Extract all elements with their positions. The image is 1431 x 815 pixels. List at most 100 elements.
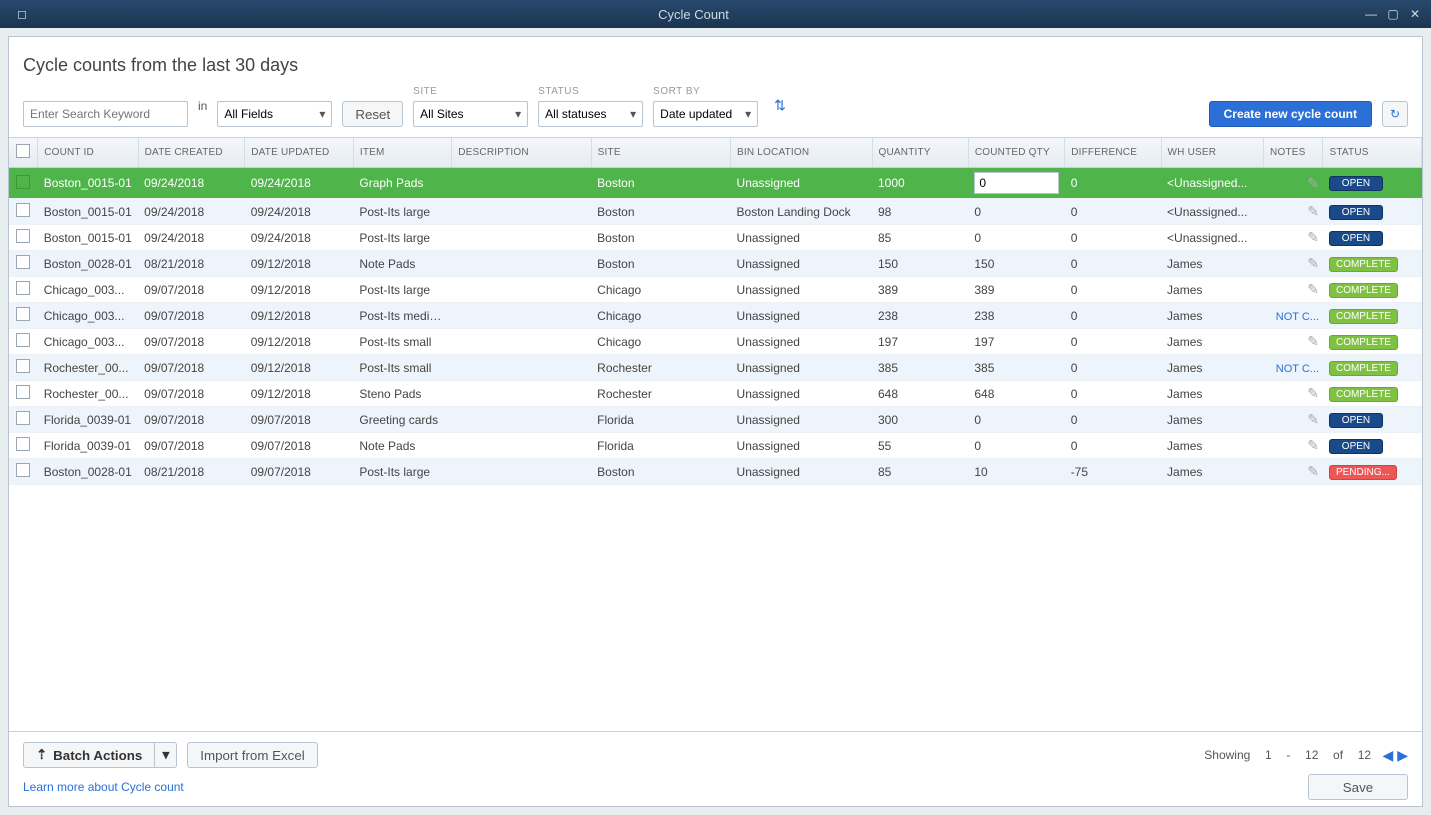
row-checkbox[interactable] <box>16 281 30 295</box>
table-row[interactable]: Florida_0039-0109/07/201809/07/2018Note … <box>9 433 1422 459</box>
col-date-created[interactable]: DATE CREATED <box>138 138 245 168</box>
select-all-checkbox[interactable] <box>16 144 30 158</box>
cell-bin-location: Unassigned <box>731 329 872 355</box>
maximize-icon[interactable]: ▢ <box>1385 6 1401 22</box>
row-checkbox[interactable] <box>16 229 30 243</box>
edit-notes-icon[interactable]: ✎ <box>1307 255 1319 271</box>
table-row[interactable]: Boston_0028-0108/21/201809/12/2018Note P… <box>9 251 1422 277</box>
table-row[interactable]: Rochester_00...09/07/201809/12/2018Post-… <box>9 355 1422 381</box>
edit-notes-icon[interactable]: ✎ <box>1307 333 1319 349</box>
edit-notes-icon[interactable]: ✎ <box>1307 229 1319 245</box>
cell-date-updated: 09/12/2018 <box>245 303 354 329</box>
table-row[interactable]: Chicago_003...09/07/201809/12/2018Post-I… <box>9 277 1422 303</box>
edit-notes-icon[interactable]: ✎ <box>1307 411 1319 427</box>
edit-notes-icon[interactable]: ✎ <box>1307 463 1319 479</box>
row-checkbox[interactable] <box>16 333 30 347</box>
row-checkbox[interactable] <box>16 437 30 451</box>
cell-site: Chicago <box>591 277 730 303</box>
col-description[interactable]: DESCRIPTION <box>452 138 591 168</box>
status-badge: OPEN <box>1329 231 1383 246</box>
batch-actions-dropdown[interactable]: ▾ <box>155 742 177 768</box>
col-bin-location[interactable]: BIN LOCATION <box>731 138 872 168</box>
site-select[interactable]: All Sites ▾ <box>413 101 528 127</box>
cell-date-created: 08/21/2018 <box>138 251 245 277</box>
cell-description <box>452 277 591 303</box>
batch-actions-button[interactable]: ⇡ Batch Actions <box>23 742 155 768</box>
row-checkbox[interactable] <box>16 255 30 269</box>
cell-date-updated: 09/12/2018 <box>245 329 354 355</box>
fields-select[interactable]: All Fields ▾ <box>217 101 332 127</box>
table-row[interactable]: Chicago_003...09/07/201809/12/2018Post-I… <box>9 329 1422 355</box>
search-input[interactable] <box>23 101 188 127</box>
learn-more-link[interactable]: Learn more about Cycle count <box>23 780 184 794</box>
cell-notes: ✎ <box>1264 251 1323 277</box>
cell-checkbox <box>9 199 38 225</box>
row-checkbox[interactable] <box>16 175 30 189</box>
cell-description <box>452 168 591 199</box>
refresh-button[interactable]: ↻ <box>1382 101 1408 127</box>
col-quantity[interactable]: QUANTITY <box>872 138 968 168</box>
table-row[interactable]: Boston_0015-0109/24/201809/24/2018Post-I… <box>9 199 1422 225</box>
cell-count-id: Boston_0028-01 <box>38 251 138 277</box>
cell-notes: ✎ <box>1264 407 1323 433</box>
status-select[interactable]: All statuses ▾ <box>538 101 643 127</box>
edit-notes-icon[interactable]: ✎ <box>1307 437 1319 453</box>
cell-quantity: 385 <box>872 355 968 381</box>
col-status[interactable]: STATUS <box>1323 138 1422 168</box>
edit-notes-icon[interactable]: ✎ <box>1307 203 1319 219</box>
batch-actions-button-group[interactable]: ⇡ Batch Actions ▾ <box>23 742 177 768</box>
edit-notes-icon[interactable]: ✎ <box>1307 385 1319 401</box>
reset-button[interactable]: Reset <box>342 101 403 127</box>
col-notes[interactable]: NOTES <box>1264 138 1323 168</box>
row-checkbox[interactable] <box>16 385 30 399</box>
row-checkbox[interactable] <box>16 463 30 477</box>
cell-site: Boston <box>591 225 730 251</box>
col-difference[interactable]: DIFFERENCE <box>1065 138 1161 168</box>
save-button[interactable]: Save <box>1308 774 1408 800</box>
table-row[interactable]: Boston_0028-0108/21/201809/07/2018Post-I… <box>9 459 1422 485</box>
cell-quantity: 98 <box>872 199 968 225</box>
table-row[interactable]: Chicago_003...09/07/201809/12/2018Post-I… <box>9 303 1422 329</box>
notes-link[interactable]: NOT C... <box>1276 311 1319 323</box>
prev-page-icon[interactable]: ◀ <box>1382 747 1393 764</box>
row-checkbox[interactable] <box>16 307 30 321</box>
next-page-icon[interactable]: ▶ <box>1397 747 1408 764</box>
col-count-id[interactable]: COUNT ID <box>38 138 138 168</box>
cell-date-updated: 09/24/2018 <box>245 199 354 225</box>
close-icon[interactable]: ✕ <box>1407 6 1423 22</box>
row-checkbox[interactable] <box>16 203 30 217</box>
cell-bin-location: Unassigned <box>731 407 872 433</box>
edit-notes-icon[interactable]: ✎ <box>1307 281 1319 297</box>
col-item[interactable]: ITEM <box>353 138 451 168</box>
cell-site: Boston <box>591 251 730 277</box>
table-row[interactable]: Boston_0015-0109/24/201809/24/2018Post-I… <box>9 225 1422 251</box>
table-row[interactable]: Boston_0015-0109/24/201809/24/2018Graph … <box>9 168 1422 199</box>
caret-down-icon: ▾ <box>745 107 751 121</box>
cell-quantity: 1000 <box>872 168 968 199</box>
minimize-icon[interactable]: — <box>1363 6 1379 22</box>
col-site[interactable]: SITE <box>591 138 730 168</box>
in-label: in <box>198 99 207 115</box>
create-cycle-count-button[interactable]: Create new cycle count <box>1209 101 1372 127</box>
upload-icon: ⇡ <box>36 747 47 763</box>
cell-quantity: 238 <box>872 303 968 329</box>
import-excel-button[interactable]: Import from Excel <box>187 742 317 768</box>
edit-notes-icon[interactable]: ✎ <box>1307 175 1319 191</box>
col-counted-qty[interactable]: COUNTED QTY <box>968 138 1064 168</box>
counted-qty-input[interactable] <box>974 172 1058 194</box>
sort-direction-icon[interactable]: ⇅ <box>768 97 786 116</box>
table-row[interactable]: Rochester_00...09/07/201809/12/2018Steno… <box>9 381 1422 407</box>
sort-select[interactable]: Date updated ▾ <box>653 101 758 127</box>
table-row[interactable]: Florida_0039-0109/07/201809/07/2018Greet… <box>9 407 1422 433</box>
cell-site: Boston <box>591 199 730 225</box>
row-checkbox[interactable] <box>16 411 30 425</box>
col-checkbox[interactable] <box>9 138 38 168</box>
cell-bin-location: Unassigned <box>731 225 872 251</box>
cell-difference: 0 <box>1065 251 1161 277</box>
row-checkbox[interactable] <box>16 359 30 373</box>
of-label: of <box>1333 748 1343 762</box>
col-wh-user[interactable]: WH USER <box>1161 138 1264 168</box>
notes-link[interactable]: NOT C... <box>1276 363 1319 375</box>
col-date-updated[interactable]: DATE UPDATED <box>245 138 354 168</box>
popout-icon[interactable]: ◻ <box>14 6 30 22</box>
